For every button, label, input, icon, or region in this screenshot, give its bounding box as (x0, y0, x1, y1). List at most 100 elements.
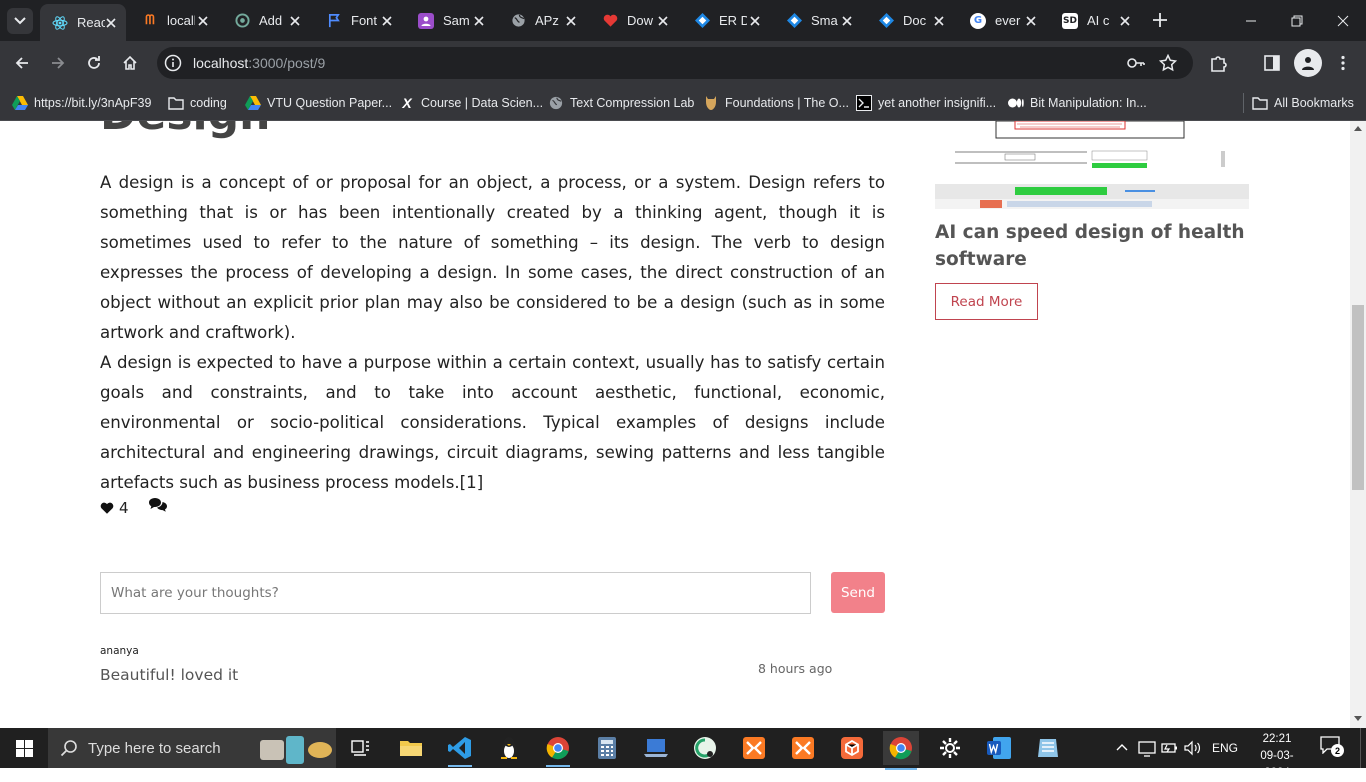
taskbar-chrome-active[interactable] (883, 731, 919, 770)
battery-icon[interactable] (1161, 740, 1179, 756)
comment-author: ananya (100, 645, 139, 657)
taskbar-laptop-app[interactable] (642, 734, 670, 762)
info-icon[interactable] (164, 54, 182, 72)
bookmark-label: https://bit.ly/3nApF39 (34, 96, 152, 110)
bookmark-yet-another[interactable]: yet another insignifi... (856, 93, 996, 113)
tab-apz[interactable]: APz (498, 0, 586, 41)
read-more-button[interactable]: Read More (935, 283, 1038, 320)
back-button[interactable] (10, 51, 34, 75)
tab-sma[interactable]: Sma (774, 0, 862, 41)
scroll-up-arrow-icon[interactable] (1354, 125, 1362, 131)
tab-sam[interactable]: Sam (406, 0, 494, 41)
close-icon[interactable] (748, 14, 762, 28)
comment-input[interactable] (100, 572, 811, 614)
x-icon: X (402, 95, 412, 111)
send-button[interactable]: Send (831, 572, 885, 613)
bookmark-bitly[interactable]: https://bit.ly/3nApF39 (12, 93, 151, 113)
bookmark-label: Foundations | The O... (725, 96, 849, 110)
bookmark-star-icon[interactable] (1159, 54, 1177, 72)
chevron-up-icon[interactable] (1116, 742, 1128, 752)
comment-text: Beautiful! loved it (100, 666, 239, 684)
reload-button[interactable] (82, 51, 106, 75)
kebab-menu-icon[interactable] (1334, 54, 1352, 72)
tab-title: React (77, 15, 105, 30)
bookmark-vtu[interactable]: VTU Question Paper... (245, 93, 392, 113)
taskbar-calculator[interactable] (593, 734, 621, 762)
tab-ever[interactable]: G ever (958, 0, 1046, 41)
language-indicator[interactable]: ENG (1212, 728, 1238, 768)
extensions-puzzle-icon[interactable] (1209, 53, 1229, 73)
scrollbar-thumb[interactable] (1352, 305, 1364, 490)
home-button[interactable] (118, 51, 142, 75)
tab-localhost[interactable]: ᗰ localhost (130, 0, 218, 41)
taskbar-search[interactable]: Type here to search (48, 728, 336, 768)
close-icon[interactable] (104, 16, 118, 30)
tab-title: ever (995, 13, 1021, 28)
taskbar-file-explorer[interactable] (397, 734, 425, 762)
bookmark-text-compression[interactable]: Text Compression Lab (548, 93, 694, 113)
taskbar-xampp[interactable] (740, 734, 768, 762)
all-bookmarks-button[interactable]: All Bookmarks (1252, 93, 1354, 113)
taskbar-chrome[interactable] (544, 734, 572, 767)
scroll-down-arrow-icon[interactable] (1354, 716, 1362, 722)
bookmark-course[interactable]: X Course | Data Scien... (399, 93, 543, 113)
close-window-button[interactable] (1320, 0, 1366, 41)
show-desktop-button[interactable] (1360, 728, 1366, 768)
bookmark-foundations[interactable]: Foundations | The O... (703, 93, 849, 113)
bookmark-bit-manipulation[interactable]: Bit Manipulation: In... (1008, 93, 1147, 113)
close-icon[interactable] (564, 14, 578, 28)
sidebar-post-title[interactable]: AI can speed design of health software (935, 219, 1255, 273)
tab-doc[interactable]: Doc (866, 0, 954, 41)
post-paragraph: A design is expected to have a purpose w… (100, 353, 885, 492)
taskbar-word[interactable] (985, 734, 1013, 762)
notification-center-button[interactable]: 2 (1320, 736, 1344, 760)
tab-title: AI c (1087, 13, 1110, 28)
page-scrollbar[interactable] (1350, 121, 1366, 728)
close-icon[interactable] (656, 14, 670, 28)
restore-button[interactable] (1274, 0, 1320, 41)
tab-ai[interactable]: SD AI c (1050, 0, 1140, 41)
tab-dow[interactable]: Dow (590, 0, 678, 41)
volume-icon[interactable] (1184, 740, 1202, 756)
tab-add[interactable]: Add (222, 0, 310, 41)
close-icon[interactable] (196, 14, 210, 28)
heart-icon[interactable] (100, 502, 114, 515)
system-clock[interactable]: 22:21 09-03-2024 (1250, 731, 1304, 782)
profile-avatar-button[interactable] (1294, 49, 1322, 77)
post-reactions: 4 (100, 497, 168, 517)
taskbar-linux[interactable] (495, 734, 523, 762)
close-icon[interactable] (932, 14, 946, 28)
tab-search-button[interactable] (7, 8, 33, 34)
close-icon[interactable] (472, 14, 486, 28)
password-key-icon[interactable] (1126, 54, 1146, 72)
side-panel-icon[interactable] (1263, 54, 1281, 72)
minimize-button[interactable] (1228, 0, 1274, 41)
diagram-icon (878, 13, 894, 29)
taskbar-settings[interactable] (936, 734, 964, 762)
tab-react[interactable]: React (40, 4, 126, 41)
close-icon[interactable] (840, 14, 854, 28)
start-button[interactable] (0, 728, 48, 768)
close-icon[interactable] (380, 14, 394, 28)
network-icon[interactable] (1138, 739, 1156, 757)
sidebar-post-thumbnail[interactable] (935, 121, 1249, 209)
new-tab-plus-icon[interactable] (1150, 10, 1170, 30)
react-icon (52, 15, 68, 31)
reload-icon (88, 56, 100, 69)
bookmark-coding[interactable]: coding (168, 93, 227, 113)
close-icon[interactable] (1118, 14, 1132, 28)
taskbar-app-blue[interactable] (1034, 734, 1062, 762)
close-icon[interactable] (1024, 14, 1038, 28)
taskbar-postman[interactable] (838, 734, 866, 762)
package-icon (841, 737, 863, 759)
tab-er-diagram[interactable]: ER D (682, 0, 770, 41)
taskbar-xampp-2[interactable] (789, 734, 817, 762)
task-view-button[interactable] (347, 734, 375, 762)
comments-icon[interactable] (148, 497, 168, 513)
tab-font[interactable]: Font (314, 0, 402, 41)
taskbar-vscode[interactable] (446, 734, 474, 767)
close-icon[interactable] (288, 14, 302, 28)
url-text[interactable]: localhost:3000/post/9 (193, 55, 325, 71)
forward-button[interactable] (46, 51, 70, 75)
taskbar-git-client[interactable] (691, 734, 719, 762)
